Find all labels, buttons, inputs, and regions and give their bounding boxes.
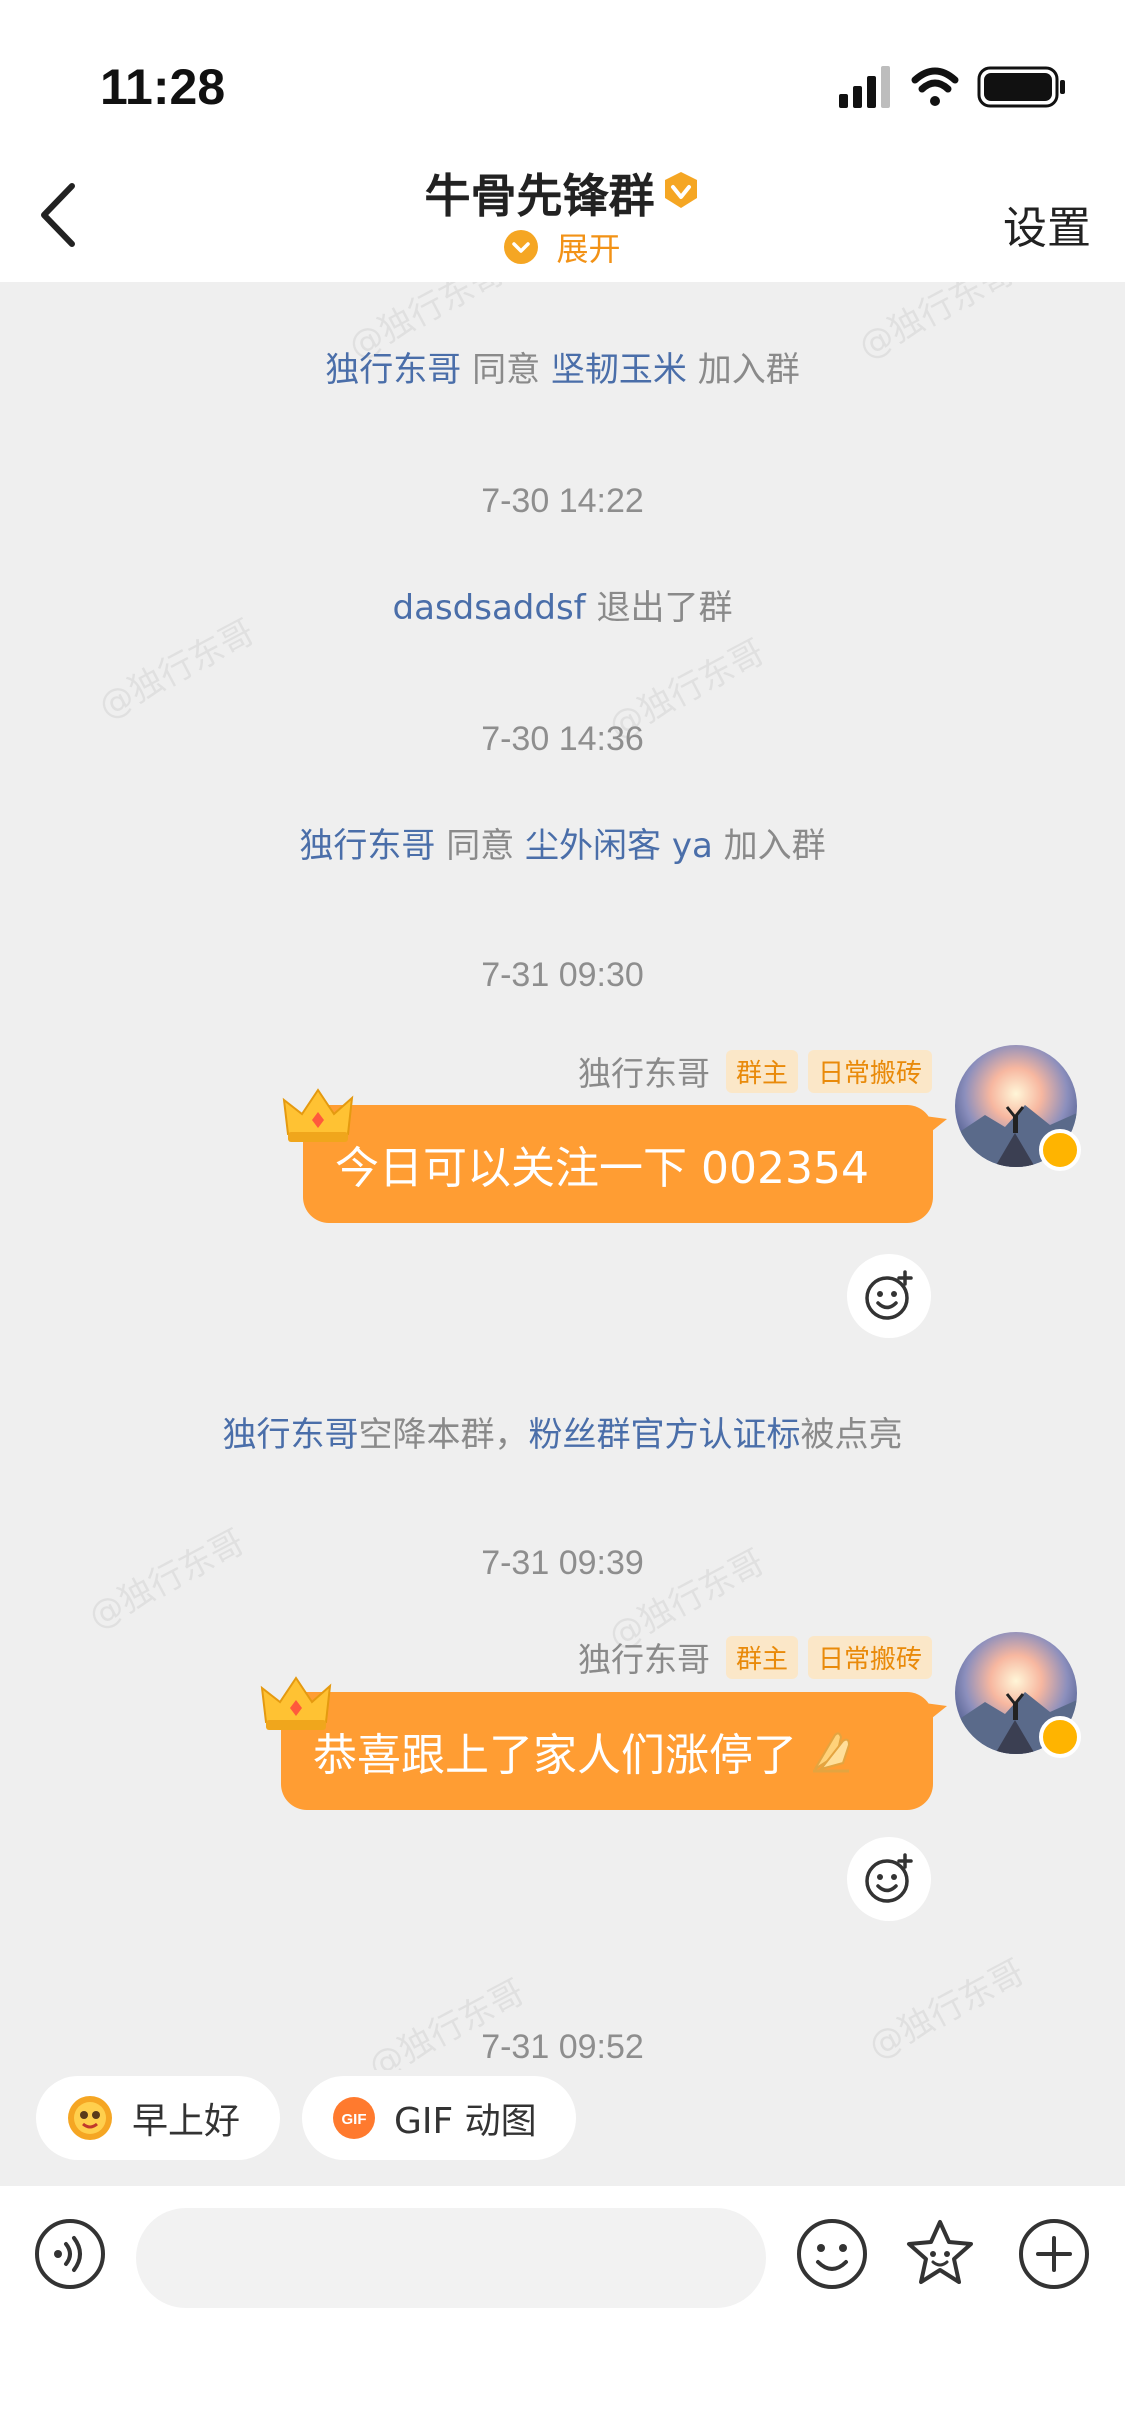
sticker-icon[interactable] — [902, 2216, 978, 2292]
wifi-icon — [911, 67, 959, 106]
quick-reply-chip[interactable]: 早上好 — [36, 2076, 280, 2160]
user-link[interactable]: 尘外闲客 ya — [525, 826, 713, 866]
battery-icon — [977, 66, 1065, 108]
message-text: 恭喜跟上了家人们涨停了 — [313, 1730, 797, 1781]
emoji-plus-icon — [865, 1270, 913, 1320]
certification-link[interactable]: 粉丝群官方认证标 — [529, 1415, 801, 1455]
gif-icon: GIF — [333, 2097, 375, 2139]
sender-line: 独行东哥 群主 日常搬砖 — [578, 1633, 932, 1681]
chevron-down-icon — [504, 230, 539, 264]
cellular-signal-icon — [839, 66, 890, 108]
voice-input-icon[interactable] — [32, 2216, 108, 2292]
expand-label: 展开 — [556, 230, 621, 268]
timestamp: 7-31 09:52 — [481, 2028, 644, 2066]
system-message: 独行东哥空降本群，粉丝群官方认证标被点亮 — [222, 1415, 903, 1455]
status-time: 11:28 — [100, 59, 226, 115]
quick-reply-label: 早上好 — [132, 2101, 241, 2142]
timestamp: 7-31 09:30 — [481, 956, 644, 994]
owner-badge: 群主 — [725, 1049, 798, 1093]
title-badge: 日常搬砖 — [807, 1049, 932, 1093]
user-link[interactable]: 坚韧玉米 — [551, 350, 687, 390]
verified-badge-icon — [1039, 1716, 1081, 1758]
add-reaction-button[interactable] — [847, 1837, 931, 1921]
group-name: 牛骨先锋群 — [424, 169, 655, 223]
user-link[interactable]: dasdsaddsf — [393, 588, 586, 628]
bubble-tail — [917, 1702, 947, 1730]
chat-title[interactable]: 牛骨先锋群 — [0, 160, 1125, 226]
message-text: 今日可以关注一下 002354 — [335, 1143, 869, 1194]
timestamp: 7-30 14:22 — [481, 482, 644, 520]
message-input[interactable] — [136, 2208, 766, 2308]
quick-reply-label: GIF 动图 — [394, 2101, 537, 2142]
system-message: 独行东哥 同意 坚韧玉米 加入群 — [325, 350, 800, 390]
message-bubble[interactable]: 今日可以关注一下 002354 — [303, 1105, 947, 1223]
avatar[interactable] — [955, 1632, 1081, 1758]
expand-toggle[interactable]: 展开 — [0, 224, 1125, 270]
nav-bar: 牛骨先锋群 展开 设置 — [0, 150, 1125, 282]
crown-icon — [282, 1088, 354, 1142]
plus-icon[interactable] — [1016, 2216, 1092, 2292]
svg-text:GIF: GIF — [342, 2111, 367, 2128]
emoji-icon[interactable] — [794, 2216, 870, 2292]
add-reaction-button[interactable] — [847, 1254, 931, 1338]
avatar[interactable] — [955, 1045, 1081, 1171]
sender-line: 独行东哥 群主 日常搬砖 — [578, 1047, 932, 1095]
sun-face-icon — [68, 2096, 112, 2140]
user-link[interactable]: 独行东哥 — [325, 350, 461, 390]
quick-reply-bar: 早上好 GIF GIF 动图 — [0, 2070, 1125, 2186]
status-bar: 11:28 — [0, 0, 1125, 150]
settings-button[interactable]: 设置 — [1003, 192, 1091, 256]
sender-name[interactable]: 独行东哥 — [578, 1633, 710, 1681]
owner-badge: 群主 — [725, 1635, 798, 1679]
timestamp: 7-31 09:39 — [481, 1544, 644, 1582]
verified-badge-icon — [1039, 1129, 1081, 1171]
system-message: 独行东哥 同意 尘外闲客 ya 加入群 — [299, 826, 826, 866]
verified-badge-icon — [664, 172, 697, 208]
crown-icon — [260, 1676, 332, 1730]
status-icons — [839, 66, 1065, 108]
user-link[interactable]: 独行东哥 — [223, 1415, 359, 1455]
system-message: dasdsaddsf 退出了群 — [392, 588, 733, 628]
pray-hands-emoji-icon — [813, 1732, 851, 1773]
sender-name[interactable]: 独行东哥 — [578, 1047, 710, 1095]
bubble-tail — [917, 1115, 947, 1143]
quick-reply-chip[interactable]: GIF GIF 动图 — [302, 2076, 576, 2160]
user-link[interactable]: 独行东哥 — [299, 826, 435, 866]
title-badge: 日常搬砖 — [807, 1635, 932, 1679]
chat-area[interactable]: @独行东哥 @独行东哥 @独行东哥 @独行东哥 @独行东哥 @独行东哥 @独行东… — [0, 282, 1125, 2186]
input-bar — [0, 2186, 1125, 2436]
timestamp: 7-30 14:36 — [481, 720, 644, 758]
message-bubble[interactable]: 恭喜跟上了家人们涨停了 — [281, 1692, 947, 1810]
emoji-plus-icon — [865, 1853, 913, 1903]
